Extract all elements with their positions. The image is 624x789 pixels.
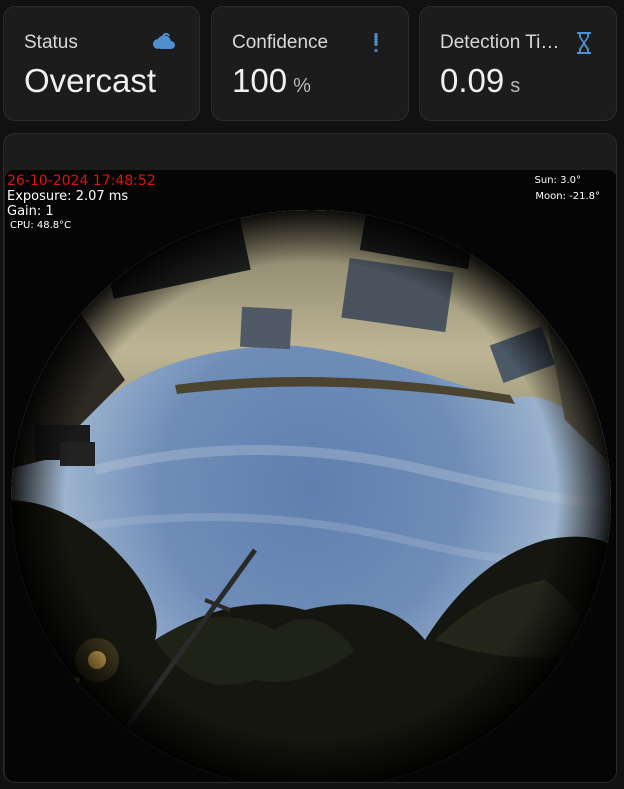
confidence-card[interactable]: Confidence 100%	[211, 6, 409, 121]
allsky-image[interactable]: 26-10-2024 17:48:52 Exposure: 2.07 ms Ga…	[5, 170, 616, 782]
exclamation-icon	[362, 29, 390, 57]
detection-time-card-name: Detection Time	[440, 32, 565, 53]
confidence-value-text: 100	[232, 62, 288, 99]
allsky-camera-card[interactable]: 26-10-2024 17:48:52 Exposure: 2.07 ms Ga…	[3, 133, 617, 783]
hourglass-icon	[570, 29, 598, 57]
cpu-readout: CPU: 48.8°C	[10, 220, 72, 231]
status-value-text: Overcast	[24, 62, 157, 99]
capture-timestamp: 26-10-2024 17:48:52	[7, 173, 156, 189]
status-card[interactable]: Status Overcast	[3, 6, 200, 121]
exposure-readout: Exposure: 2.07 ms	[7, 189, 129, 204]
moon-altitude-readout: Moon: -21.8°	[535, 191, 600, 202]
detection-time-unit-text: s	[510, 75, 521, 97]
cloud-icon	[150, 29, 178, 57]
sun-altitude-readout: Sun: 3.0°	[534, 175, 581, 186]
confidence-card-name: Confidence	[232, 32, 329, 53]
confidence-unit-text: %	[293, 75, 311, 97]
status-card-name: Status	[24, 32, 78, 53]
detection-time-value-text: 0.09	[440, 62, 505, 99]
detection-time-card-value: 0.09 s	[440, 62, 520, 100]
fisheye-sky-picture	[5, 170, 616, 782]
gain-readout: Gain: 1	[7, 204, 54, 219]
sensor-cards: Status Overcast Confidence 100% Detectio…	[3, 6, 617, 123]
detection-time-card[interactable]: Detection Time 0.09 s	[419, 6, 617, 121]
status-card-value: Overcast	[24, 62, 162, 100]
confidence-card-value: 100%	[232, 62, 311, 100]
